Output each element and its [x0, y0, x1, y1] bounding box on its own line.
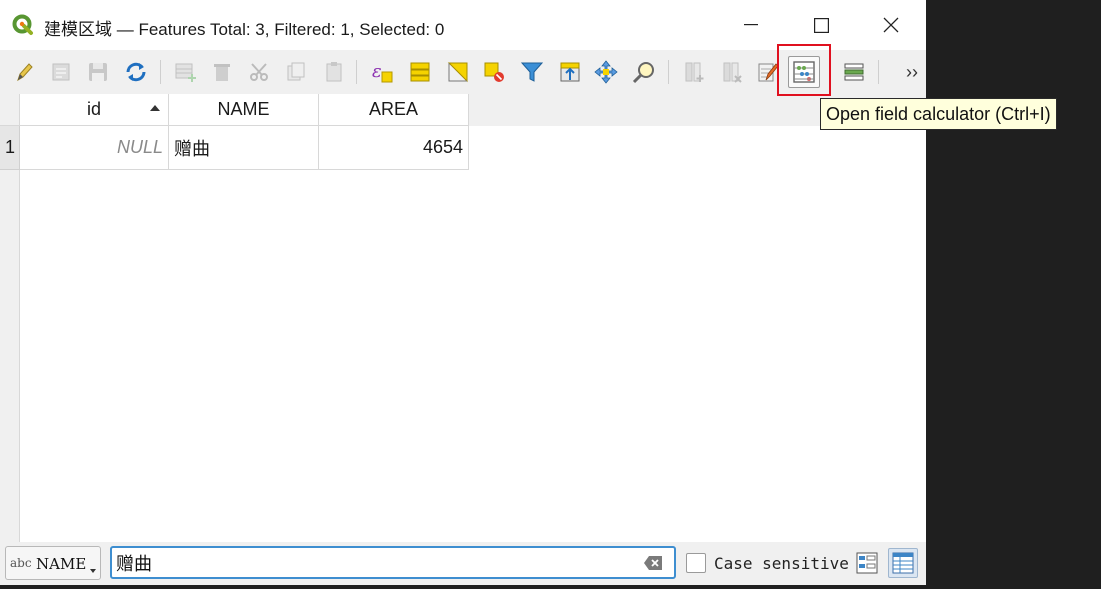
table-cell-area[interactable]: 4654	[319, 126, 469, 170]
zoom-to-selected-button[interactable]	[628, 56, 660, 88]
select-all-icon	[410, 62, 430, 82]
title-bar: 建模区域 — Features Total: 3, Filtered: 1, S…	[0, 0, 926, 50]
minimize-button[interactable]	[716, 0, 786, 50]
toolbar-separator	[668, 60, 669, 84]
field-selector-dropdown[interactable]: abc NAME	[5, 546, 101, 580]
window-title: 建模区域 — Features Total: 3, Filtered: 1, S…	[44, 20, 445, 39]
actions-menu-button[interactable]	[838, 56, 870, 88]
table-view-button[interactable]	[888, 548, 918, 578]
attribute-table: id NAME AREA 1 NULL 赠曲 4654	[0, 94, 926, 542]
list-actions-icon	[844, 63, 864, 81]
clear-input-icon[interactable]	[643, 555, 663, 571]
table-cell-name[interactable]: 赠曲	[169, 126, 319, 170]
field-calculator-highlight	[777, 44, 831, 96]
toolbar-separator	[878, 60, 879, 84]
table-cell-id[interactable]: NULL	[20, 126, 169, 170]
new-field-button[interactable]	[678, 56, 710, 88]
dropdown-arrow-icon	[90, 569, 96, 573]
table-corner[interactable]	[0, 94, 20, 126]
minimize-icon	[744, 24, 758, 26]
table-view-icon	[892, 552, 914, 574]
add-row-icon	[175, 63, 196, 82]
deselect-all-button[interactable]	[478, 56, 510, 88]
invert-selection-icon	[447, 62, 468, 83]
close-button[interactable]	[856, 0, 926, 50]
toolbar-overflow-button[interactable]: ››	[898, 56, 926, 88]
column-header-id[interactable]: id	[20, 94, 169, 126]
form-view-icon	[856, 552, 878, 574]
move-selection-to-top-button[interactable]	[554, 56, 586, 88]
close-icon	[883, 17, 899, 33]
toolbar-separator	[160, 60, 161, 84]
filter-search-input[interactable]	[110, 546, 676, 579]
reload-button[interactable]	[120, 56, 152, 88]
move-to-top-icon	[560, 62, 580, 82]
pan-to-selected-button[interactable]	[590, 56, 622, 88]
new-field-icon	[685, 62, 704, 82]
paste-button[interactable]	[318, 56, 350, 88]
toggle-editing-button[interactable]	[8, 56, 40, 88]
select-all-button[interactable]	[404, 56, 436, 88]
copy-button[interactable]	[280, 56, 312, 88]
sort-ascending-icon	[150, 105, 160, 111]
field-type-indicator: abc	[10, 556, 32, 570]
add-feature-button[interactable]	[170, 56, 202, 88]
maximize-button[interactable]	[786, 0, 856, 50]
row-header[interactable]: 1	[0, 126, 20, 170]
pan-icon	[594, 60, 618, 84]
invert-selection-button[interactable]	[442, 56, 474, 88]
delete-field-icon	[723, 62, 742, 83]
column-header-area[interactable]: AREA	[319, 94, 469, 126]
toolbar-separator	[356, 60, 357, 84]
filter-button[interactable]	[516, 56, 548, 88]
column-header-label: AREA	[368, 99, 419, 119]
select-by-expression-button[interactable]: ε	[366, 56, 398, 88]
column-header-label: NAME	[217, 99, 270, 119]
save-edits-button[interactable]	[82, 56, 114, 88]
cut-button[interactable]	[244, 56, 276, 88]
filter-icon	[520, 62, 544, 82]
multi-edit-icon	[52, 63, 70, 81]
deselect-icon	[484, 62, 504, 82]
zoom-icon	[632, 62, 654, 84]
delete-selected-button[interactable]	[206, 56, 238, 88]
toggle-multi-edit-button[interactable]	[46, 56, 78, 88]
field-selector-value: NAME	[36, 555, 87, 573]
delete-field-button[interactable]	[716, 56, 748, 88]
maximize-icon	[813, 17, 829, 33]
column-header-label: id	[86, 99, 101, 119]
save-icon	[89, 63, 107, 81]
copy-icon	[287, 62, 305, 81]
expression-select-icon: ε	[372, 61, 393, 83]
field-calculator-tooltip: Open field calculator (Ctrl+I)	[820, 98, 1057, 130]
trash-icon	[214, 64, 230, 81]
scissors-icon	[250, 63, 268, 81]
column-header-name[interactable]: NAME	[169, 94, 319, 126]
qgis-logo-icon	[12, 14, 33, 35]
quick-filter-bar: abc NAME Case sensitive	[0, 542, 926, 585]
refresh-icon	[126, 62, 146, 82]
paste-icon	[326, 62, 342, 82]
svg-text:ε: ε	[372, 61, 382, 82]
case-sensitive-label: Case sensitive	[714, 554, 849, 573]
case-sensitive-checkbox[interactable]	[686, 553, 706, 573]
form-view-button[interactable]	[852, 548, 882, 578]
pencil-icon	[17, 63, 33, 82]
